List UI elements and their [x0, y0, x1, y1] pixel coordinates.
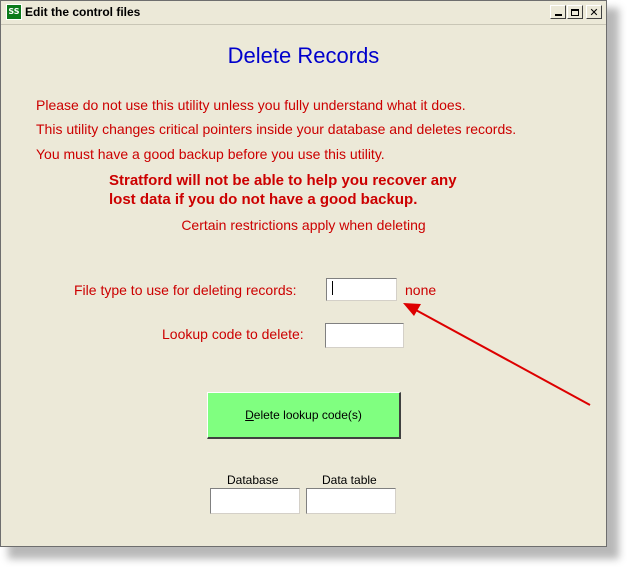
annotation-arrow-line: [413, 308, 591, 406]
annotation-arrow-head: [403, 303, 421, 316]
annotation-arrow: [403, 303, 591, 406]
